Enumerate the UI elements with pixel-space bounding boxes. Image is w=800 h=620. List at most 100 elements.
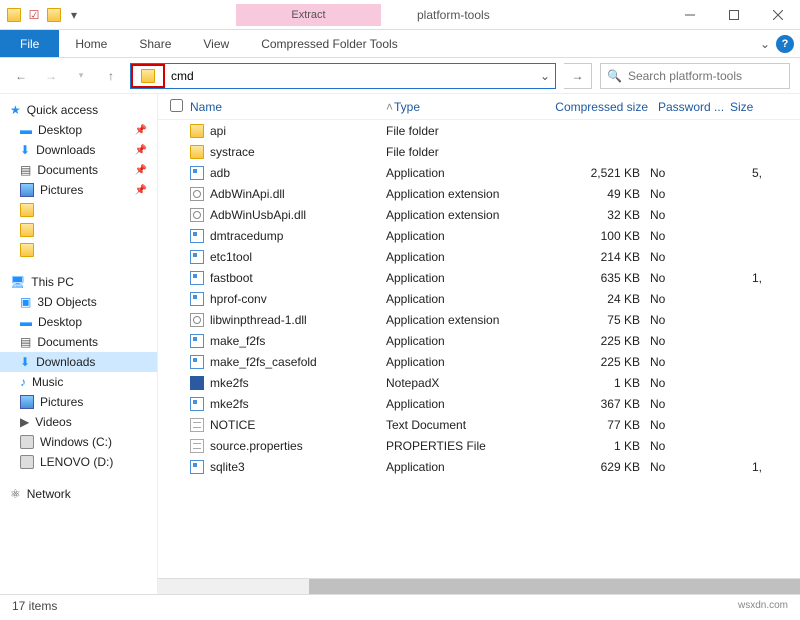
address-bar[interactable]: ⌄ — [130, 63, 556, 89]
up-button[interactable]: ↑ — [100, 65, 122, 87]
sidebar-pictures-pc[interactable]: Pictures — [0, 392, 157, 412]
tab-file[interactable]: File — [0, 30, 59, 57]
file-compressed-size: 49 KB — [536, 187, 650, 201]
back-button[interactable]: ← — [10, 65, 32, 87]
file-row[interactable]: make_f2fsApplication225 KBNo — [158, 330, 800, 351]
file-row[interactable]: etc1toolApplication214 KBNo — [158, 246, 800, 267]
search-box[interactable]: 🔍 — [600, 63, 790, 89]
file-row[interactable]: hprof-convApplication24 KBNo — [158, 288, 800, 309]
sidebar-folder[interactable] — [0, 200, 157, 220]
tab-view[interactable]: View — [187, 30, 245, 57]
desktop-icon: ▬ — [20, 315, 32, 329]
tab-home[interactable]: Home — [59, 30, 123, 57]
file-row[interactable]: AdbWinApi.dllApplication extension49 KBN… — [158, 183, 800, 204]
address-dropdown-icon[interactable]: ⌄ — [535, 69, 555, 83]
file-size: 1, — [722, 271, 762, 285]
videos-icon: ▶ — [20, 415, 29, 429]
address-folder-icon[interactable] — [131, 64, 165, 88]
sidebar-3d-objects[interactable]: ▣3D Objects — [0, 292, 157, 312]
file-row[interactable]: mke2fsApplication367 KBNo — [158, 393, 800, 414]
minimize-button[interactable] — [668, 0, 712, 30]
sidebar-music[interactable]: ♪Music — [0, 372, 157, 392]
folder-icon — [20, 203, 34, 217]
column-headers: Name ˄ Type Compressed size Password ...… — [158, 94, 800, 120]
navigation-pane: ★Quick access ▬Desktop📌 ⬇Downloads📌 ▤Doc… — [0, 94, 158, 594]
folder-icon — [46, 7, 62, 23]
sidebar-downloads-pc[interactable]: ⬇Downloads — [0, 352, 157, 372]
column-name[interactable]: Name — [190, 100, 386, 114]
maximize-button[interactable] — [712, 0, 756, 30]
file-compressed-size: 367 KB — [536, 397, 650, 411]
pictures-icon — [20, 183, 34, 197]
tab-compressed-folder-tools[interactable]: Compressed Folder Tools — [245, 30, 414, 57]
file-row[interactable]: dmtracedumpApplication100 KBNo — [158, 225, 800, 246]
music-icon: ♪ — [20, 375, 26, 389]
scrollbar-thumb[interactable] — [309, 579, 800, 594]
sidebar-folder[interactable] — [0, 240, 157, 260]
qat-dropdown-icon[interactable]: ▾ — [66, 7, 82, 23]
file-row[interactable]: apiFile folder — [158, 120, 800, 141]
close-button[interactable] — [756, 0, 800, 30]
column-password[interactable]: Password ... — [658, 100, 730, 114]
quick-access-toolbar: ☑ ▾ — [0, 7, 88, 23]
pin-icon: 📌 — [135, 145, 147, 156]
file-compressed-size: 225 KB — [536, 334, 650, 348]
file-compressed-size: 2,521 KB — [536, 166, 650, 180]
file-row[interactable]: systraceFile folder — [158, 141, 800, 162]
file-password: No — [650, 208, 722, 222]
ribbon-expand-icon[interactable]: ⌄ — [760, 37, 770, 51]
sidebar-folder[interactable] — [0, 220, 157, 240]
file-password: No — [650, 376, 722, 390]
file-row[interactable]: source.propertiesPROPERTIES File1 KBNo — [158, 435, 800, 456]
file-row[interactable]: adbApplication2,521 KBNo5, — [158, 162, 800, 183]
tab-share[interactable]: Share — [123, 30, 187, 57]
file-type: Application — [386, 460, 536, 474]
search-input[interactable] — [628, 69, 783, 83]
file-row[interactable]: AdbWinUsbApi.dllApplication extension32 … — [158, 204, 800, 225]
sidebar-lenovo-d[interactable]: LENOVO (D:) — [0, 452, 157, 472]
forward-button[interactable]: → — [40, 65, 62, 87]
file-password: No — [650, 355, 722, 369]
help-icon[interactable]: ? — [776, 35, 794, 53]
file-size: 1, — [722, 460, 762, 474]
column-compressed-size[interactable]: Compressed size — [544, 100, 658, 114]
sidebar-windows-c[interactable]: Windows (C:) — [0, 432, 157, 452]
file-type: NotepadX — [386, 376, 536, 390]
file-row[interactable]: NOTICEText Document77 KBNo — [158, 414, 800, 435]
file-row[interactable]: libwinpthread-1.dllApplication extension… — [158, 309, 800, 330]
file-row[interactable]: fastbootApplication635 KBNo1, — [158, 267, 800, 288]
file-type: Application extension — [386, 208, 536, 222]
column-type[interactable]: Type — [394, 100, 544, 114]
sidebar-network[interactable]: ⚛Network — [0, 484, 157, 504]
recent-dropdown-icon[interactable]: ▾ — [70, 65, 92, 87]
sidebar-documents[interactable]: ▤Documents📌 — [0, 160, 157, 180]
file-compressed-size: 629 KB — [536, 460, 650, 474]
file-name: mke2fs — [210, 397, 386, 411]
file-row[interactable]: make_f2fs_casefoldApplication225 KBNo — [158, 351, 800, 372]
sidebar-pictures[interactable]: Pictures📌 — [0, 180, 157, 200]
app-icon — [190, 292, 210, 306]
context-tab-extract[interactable]: Extract — [236, 4, 381, 26]
sidebar-desktop-pc[interactable]: ▬Desktop — [0, 312, 157, 332]
file-type: File folder — [386, 145, 536, 159]
go-button[interactable]: → — [564, 63, 592, 89]
horizontal-scrollbar[interactable] — [158, 578, 800, 594]
dll-icon — [190, 208, 210, 222]
select-all-checkbox[interactable] — [170, 99, 190, 115]
column-size[interactable]: Size — [730, 100, 770, 114]
sidebar-quick-access[interactable]: ★Quick access — [0, 100, 157, 120]
file-row[interactable]: mke2fsNotepadX1 KBNo — [158, 372, 800, 393]
file-type: Text Document — [386, 418, 536, 432]
file-row[interactable]: sqlite3Application629 KBNo1, — [158, 456, 800, 477]
sidebar-desktop[interactable]: ▬Desktop📌 — [0, 120, 157, 140]
sidebar-downloads[interactable]: ⬇Downloads📌 — [0, 140, 157, 160]
properties-icon[interactable]: ☑ — [26, 7, 42, 23]
file-password: No — [650, 397, 722, 411]
desktop-icon: ▬ — [20, 123, 32, 137]
file-name: make_f2fs_casefold — [210, 355, 386, 369]
sidebar-documents-pc[interactable]: ▤Documents — [0, 332, 157, 352]
sidebar-videos[interactable]: ▶Videos — [0, 412, 157, 432]
window-title: platform-tools — [417, 8, 490, 22]
sidebar-this-pc[interactable]: 🖥This PC — [0, 272, 157, 292]
address-input[interactable] — [165, 65, 535, 87]
